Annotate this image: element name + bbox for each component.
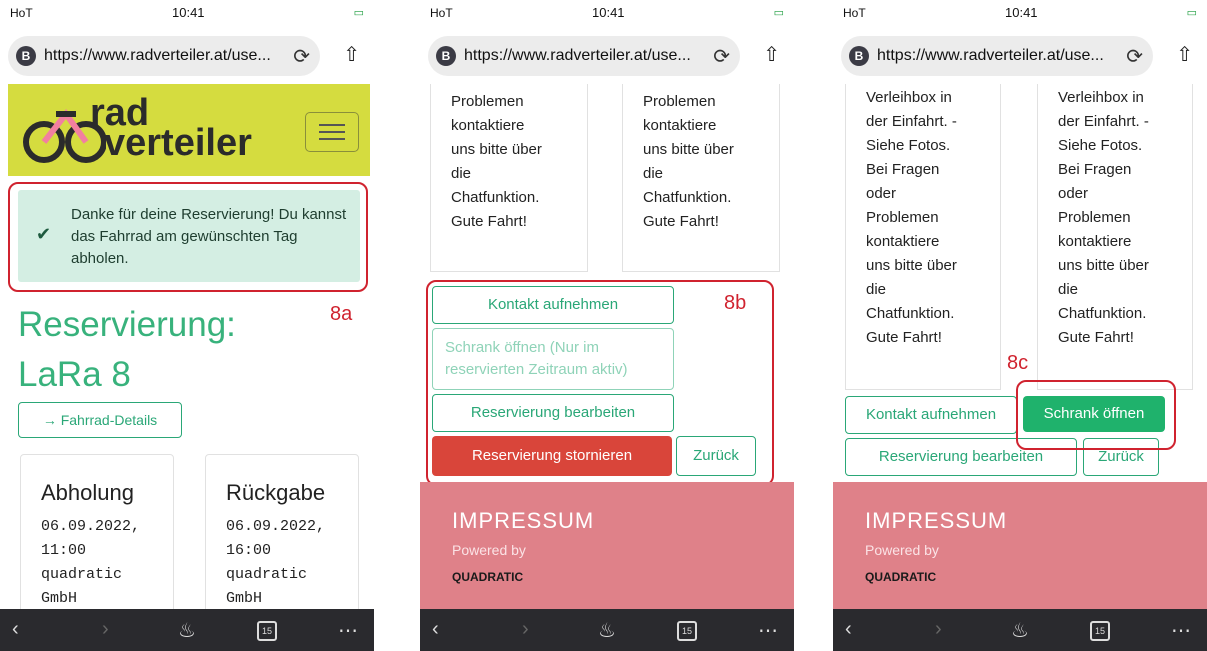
return-note-text: Verleihbox in der Einfahrt. - Siehe Foto…	[1058, 89, 1149, 346]
browser-badge: B	[436, 46, 456, 66]
back-icon[interactable]: ‹	[845, 618, 852, 641]
status-bar: HoT 10:41 ▭	[420, 0, 794, 26]
share-icon[interactable]: ⇧	[343, 42, 360, 67]
more-icon[interactable]: ⋯	[758, 618, 778, 643]
quadratic-logo: QUADRATIC	[865, 570, 937, 584]
browser-toolbar: ‹ › ♨ 15 ⋯	[833, 609, 1207, 651]
page-title-line2: LaRa 8	[18, 355, 131, 394]
screen-reservation-confirmed: HoT 10:41 ▭ B https://www.radverteiler.a…	[0, 0, 374, 651]
status-bar: HoT 10:41 ▭	[0, 0, 374, 26]
reload-icon[interactable]: ⟳	[713, 44, 730, 69]
back-icon[interactable]: ‹	[12, 618, 19, 641]
footer: IMPRESSUM Powered by QUADRATIC	[420, 482, 794, 609]
flame-icon[interactable]: ♨	[1011, 618, 1029, 643]
browser-badge: B	[849, 46, 869, 66]
annotation-box-8b	[426, 280, 774, 486]
pickup-note-text: Verleihbox in der Einfahrt. - Siehe Foto…	[866, 89, 957, 346]
more-icon[interactable]: ⋯	[338, 618, 358, 643]
pickup-card-bottom: Verleihbox in der Einfahrt. - Siehe Foto…	[845, 84, 1001, 390]
flame-icon[interactable]: ♨	[598, 618, 616, 643]
return-card-bottom: Verleihbox in der Einfahrt. - Siehe Foto…	[1037, 84, 1193, 390]
pickup-details: 06.09.2022, 11:00 quadratic GmbH	[41, 518, 141, 607]
browser-badge: B	[16, 46, 36, 66]
menu-toggle-button[interactable]	[305, 112, 359, 152]
return-note-text: Problemen kontaktiere uns bitte über die…	[643, 93, 734, 230]
battery-icon: ▭	[1186, 7, 1197, 19]
carrier-label: HoT	[10, 6, 33, 20]
screen-open-locker: HoT 10:41 ▭ B https://www.radverteiler.a…	[833, 0, 1207, 651]
browser-toolbar: ‹ › ♨ 15 ⋯	[0, 609, 374, 651]
share-icon[interactable]: ⇧	[763, 42, 780, 67]
tabs-button[interactable]: 15	[677, 621, 697, 641]
quadratic-logo: QUADRATIC	[452, 570, 524, 584]
more-icon[interactable]: ⋯	[1171, 618, 1191, 643]
tabs-button[interactable]: 15	[1090, 621, 1110, 641]
annotation-label-8a: 8a	[330, 303, 353, 325]
screen-reservation-actions: HoT 10:41 ▭ B https://www.radverteiler.a…	[420, 0, 794, 651]
forward-icon[interactable]: ›	[935, 618, 942, 641]
pickup-title: Abholung	[41, 480, 134, 505]
clock: 10:41	[1005, 5, 1038, 20]
url-bar[interactable]: B https://www.radverteiler.at/use... ⟳	[428, 36, 740, 76]
battery-icon: ▭	[773, 7, 784, 19]
share-icon[interactable]: ⇧	[1176, 42, 1193, 67]
annotation-label-8b: 8b	[724, 292, 747, 314]
bike-details-button[interactable]: → Fahrrad-Details	[18, 402, 182, 438]
pickup-note-text: Problemen kontaktiere uns bitte über die…	[451, 93, 542, 230]
annotation-box-8a	[8, 182, 368, 292]
logo-text-verteiler: verteiler	[104, 122, 252, 164]
url-text[interactable]: https://www.radverteiler.at/use...	[877, 47, 1104, 65]
forward-icon[interactable]: ›	[522, 618, 529, 641]
carrier-label: HoT	[843, 6, 866, 20]
footer-imprint-link[interactable]: IMPRESSUM	[865, 508, 1007, 534]
return-card: Rückgabe 06.09.2022, 16:00 quadratic Gmb…	[205, 454, 359, 624]
site-header: rad verteiler	[8, 84, 370, 176]
return-title: Rückgabe	[226, 480, 326, 505]
url-text[interactable]: https://www.radverteiler.at/use...	[464, 47, 691, 65]
reload-icon[interactable]: ⟳	[293, 44, 310, 69]
url-bar[interactable]: B https://www.radverteiler.at/use... ⟳	[841, 36, 1153, 76]
browser-toolbar: ‹ › ♨ 15 ⋯	[420, 609, 794, 651]
status-bar: HoT 10:41 ▭	[833, 0, 1207, 26]
annotation-label-8c: 8c	[1007, 352, 1029, 374]
pickup-card-bottom: Problemen kontaktiere uns bitte über die…	[430, 84, 588, 272]
url-bar[interactable]: B https://www.radverteiler.at/use... ⟳	[8, 36, 320, 76]
carrier-label: HoT	[430, 6, 453, 20]
clock: 10:41	[172, 5, 205, 20]
tabs-button[interactable]: 15	[257, 621, 277, 641]
page-title: Reservierung: LaRa 8	[18, 300, 236, 400]
page-title-line1: Reservierung:	[18, 305, 236, 344]
return-details: 06.09.2022, 16:00 quadratic GmbH	[226, 518, 326, 607]
flame-icon[interactable]: ♨	[178, 618, 196, 643]
battery-icon: ▭	[353, 7, 364, 19]
back-icon[interactable]: ‹	[432, 618, 439, 641]
contact-button[interactable]: Kontakt aufnehmen	[845, 396, 1017, 434]
footer-imprint-link[interactable]: IMPRESSUM	[452, 508, 594, 534]
forward-icon[interactable]: ›	[102, 618, 109, 641]
footer: IMPRESSUM Powered by QUADRATIC	[833, 482, 1207, 609]
clock: 10:41	[592, 5, 625, 20]
reload-icon[interactable]: ⟳	[1126, 44, 1143, 69]
url-text[interactable]: https://www.radverteiler.at/use...	[44, 47, 271, 65]
footer-powered-by: Powered by	[452, 542, 526, 558]
pickup-card: Abholung 06.09.2022, 11:00 quadratic Gmb…	[20, 454, 174, 624]
footer-powered-by: Powered by	[865, 542, 939, 558]
return-card-bottom: Problemen kontaktiere uns bitte über die…	[622, 84, 780, 272]
annotation-box-8c	[1016, 380, 1176, 450]
